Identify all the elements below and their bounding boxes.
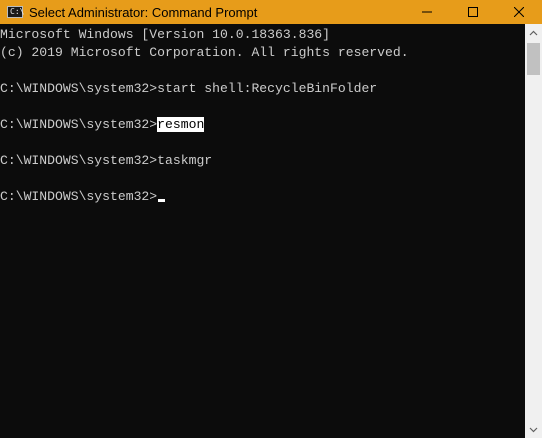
prompt: C:\WINDOWS\system32> (0, 117, 158, 132)
command-line-taskmgr: C:\WINDOWS\system32>taskmgr (0, 152, 212, 170)
prompt: C:\WINDOWS\system32> (0, 81, 158, 96)
prompt: C:\WINDOWS\system32> (0, 189, 158, 204)
maximize-icon (468, 7, 478, 17)
command-text: start shell:RecycleBinFolder (157, 81, 378, 96)
close-icon (514, 7, 524, 17)
scroll-down-arrow-icon (529, 427, 538, 432)
cmd-icon[interactable]: C:\ (7, 6, 24, 18)
minimize-icon (422, 11, 432, 13)
minimize-button[interactable] (404, 0, 450, 24)
maximize-button[interactable] (450, 0, 496, 24)
command-line-recyclebin: C:\WINDOWS\system32>start shell:RecycleB… (0, 80, 377, 98)
scroll-down-button[interactable] (525, 421, 542, 438)
scroll-up-button[interactable] (525, 24, 542, 41)
window-controls (404, 0, 542, 24)
text-cursor (158, 199, 166, 202)
window-title: Select Administrator: Command Prompt (29, 4, 258, 20)
scroll-up-arrow-icon (529, 30, 538, 35)
title-bar[interactable]: C:\ Select Administrator: Command Prompt (0, 0, 542, 24)
prompt: C:\WINDOWS\system32> (0, 153, 158, 168)
copyright-line: (c) 2019 Microsoft Corporation. All righ… (0, 45, 409, 60)
current-prompt-line[interactable]: C:\WINDOWS\system32> (0, 188, 166, 206)
selected-text[interactable]: resmon (157, 117, 205, 132)
vertical-scrollbar[interactable] (525, 24, 542, 438)
console-output[interactable]: Microsoft Windows [Version 10.0.18363.83… (0, 24, 525, 438)
close-button[interactable] (496, 0, 542, 24)
command-prompt-window: C:\ Select Administrator: Command Prompt (0, 0, 542, 438)
command-line-resmon: C:\WINDOWS\system32>resmon (0, 116, 205, 134)
command-text: taskmgr (157, 153, 213, 168)
version-line: Microsoft Windows [Version 10.0.18363.83… (0, 27, 331, 42)
scroll-thumb[interactable] (527, 43, 540, 75)
